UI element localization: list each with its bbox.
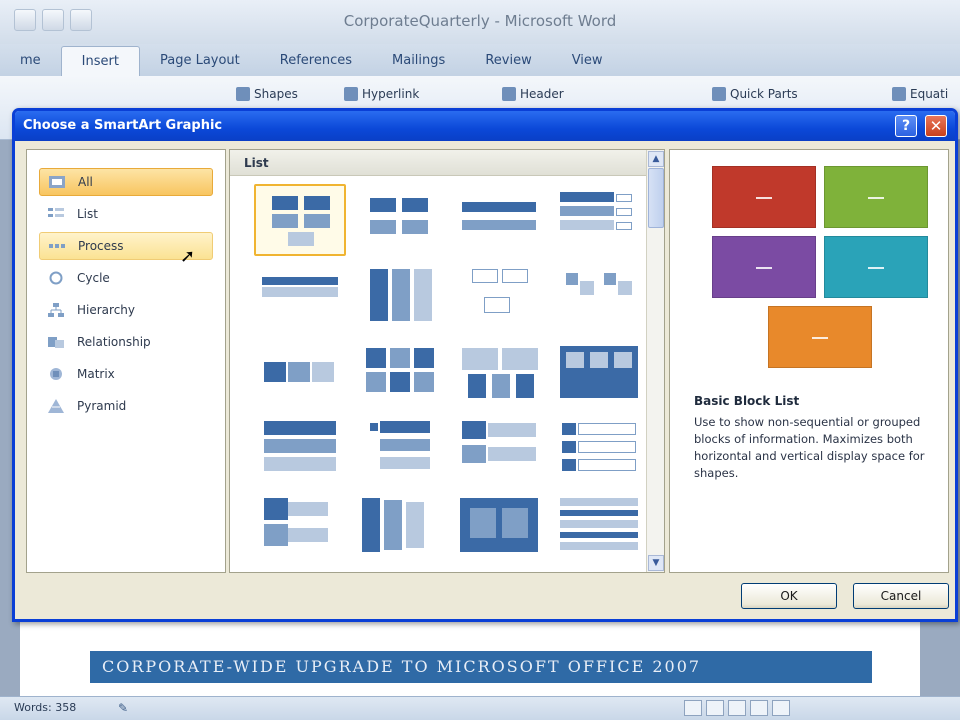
tab-insert[interactable]: Insert [60,46,140,76]
layout-thumbnail[interactable] [454,261,546,333]
category-label: Relationship [77,335,151,349]
pyramid-icon [47,398,65,414]
category-label: Hierarchy [77,303,136,317]
layout-thumbnail[interactable] [454,492,546,564]
layout-thumbnail[interactable] [254,415,346,487]
quick-parts-button[interactable]: Quick Parts [712,84,798,104]
cycle-icon [47,270,65,286]
all-icon [48,174,66,190]
layout-description: Use to show non-sequential or grouped bl… [694,415,925,480]
outline-view-icon[interactable] [750,700,768,716]
shapes-icon [236,87,250,101]
word-title-bar: CorporateQuarterly - Microsoft Word [0,0,960,44]
web-layout-view-icon[interactable] [728,700,746,716]
layout-name: Basic Block List [694,394,800,408]
preview-block [824,236,928,298]
layout-thumbnail[interactable] [554,415,646,487]
category-pyramid[interactable]: Pyramid [39,392,213,420]
ribbon-tabs: me Insert Page Layout References Mailings Rev… [0,44,960,76]
layout-thumbnail[interactable] [554,261,646,333]
mouse-cursor-icon: ➚ [180,246,196,267]
print-layout-view-icon[interactable] [684,700,702,716]
shapes-button[interactable]: Shapes [236,84,298,104]
equation-button[interactable]: Equati [892,84,948,104]
list-icon [47,206,65,222]
tab-page-layout[interactable]: Page Layout [140,46,260,76]
hyperlink-button[interactable]: Hyperlink [344,84,419,104]
tab-view[interactable]: View [552,46,623,76]
layout-thumbnail[interactable] [254,261,346,333]
document-banner: CORPORATE-WIDE UPGRADE TO MICROSOFT OFFI… [90,651,872,683]
layout-thumbnail[interactable] [354,338,446,410]
category-list: All List Process Cycle Hierarchy Relationship… [26,149,226,573]
status-bar: Words: 358 ✎ [0,696,960,720]
preview-block [768,306,872,368]
matrix-icon [47,366,65,382]
relationship-icon [47,334,65,350]
layout-thumbnail[interactable] [254,184,346,256]
draft-view-icon[interactable] [772,700,790,716]
ok-button[interactable]: OK [741,583,837,609]
layout-thumbnail[interactable] [354,261,446,333]
layout-thumbnail[interactable] [354,415,446,487]
layout-thumbnail[interactable] [254,492,346,564]
preview-block [712,166,816,228]
window-title: CorporateQuarterly - Microsoft Word [343,12,617,30]
category-hierarchy[interactable]: Hierarchy [39,296,213,324]
layout-thumbnail[interactable] [354,184,446,256]
layout-gallery: List ▲ ▼ [229,149,665,573]
category-label: Cycle [77,271,110,285]
category-label: Matrix [77,367,115,381]
header-icon [502,87,516,101]
preview-block [824,166,928,228]
layout-thumbnail[interactable] [554,492,646,564]
category-label: Process [78,239,124,253]
word-count[interactable]: Words: 358 [14,701,76,714]
scroll-up-icon[interactable]: ▲ [648,151,664,167]
smartart-dialog: Choose a SmartArt Graphic ? ✕ All List Pro… [12,108,958,622]
layout-thumbnail[interactable] [454,415,546,487]
layout-thumbnail[interactable] [554,338,646,410]
hyperlink-icon [344,87,358,101]
category-cycle[interactable]: Cycle [39,264,213,292]
layout-thumbnail[interactable] [454,184,546,256]
layout-thumbnail[interactable] [254,338,346,410]
close-icon[interactable]: ✕ [925,115,947,137]
category-label: Pyramid [77,399,127,413]
process-icon [48,238,66,254]
tab-review[interactable]: Review [465,46,551,76]
dialog-title: Choose a SmartArt Graphic [23,118,223,133]
preview-block [712,236,816,298]
category-label: All [78,175,93,189]
scroll-down-icon[interactable]: ▼ [648,555,664,571]
gallery-heading: List [230,150,646,176]
layout-thumbnail[interactable] [454,338,546,410]
category-label: List [77,207,98,221]
layout-thumbnail[interactable] [354,492,446,564]
equation-icon [892,87,906,101]
tab-references[interactable]: References [260,46,372,76]
gallery-scrollbar[interactable]: ▲ ▼ [646,150,664,572]
category-list[interactable]: List [39,200,213,228]
category-matrix[interactable]: Matrix [39,360,213,388]
dialog-title-bar[interactable]: Choose a SmartArt Graphic ? ✕ [15,111,955,141]
quick-parts-icon [712,87,726,101]
layout-preview: Basic Block List Use to show non-sequent… [669,149,949,573]
category-all[interactable]: All [39,168,213,196]
hierarchy-icon [47,302,65,318]
scroll-thumb[interactable] [648,168,664,228]
cancel-button[interactable]: Cancel [853,583,949,609]
proofing-icon[interactable]: ✎ [118,701,134,715]
layout-thumbnail[interactable] [554,184,646,256]
full-screen-view-icon[interactable] [706,700,724,716]
help-icon[interactable]: ? [895,115,917,137]
category-relationship[interactable]: Relationship [39,328,213,356]
header-button[interactable]: Header [502,84,564,104]
tab-me[interactable]: me [0,46,61,76]
tab-mailings[interactable]: Mailings [372,46,465,76]
